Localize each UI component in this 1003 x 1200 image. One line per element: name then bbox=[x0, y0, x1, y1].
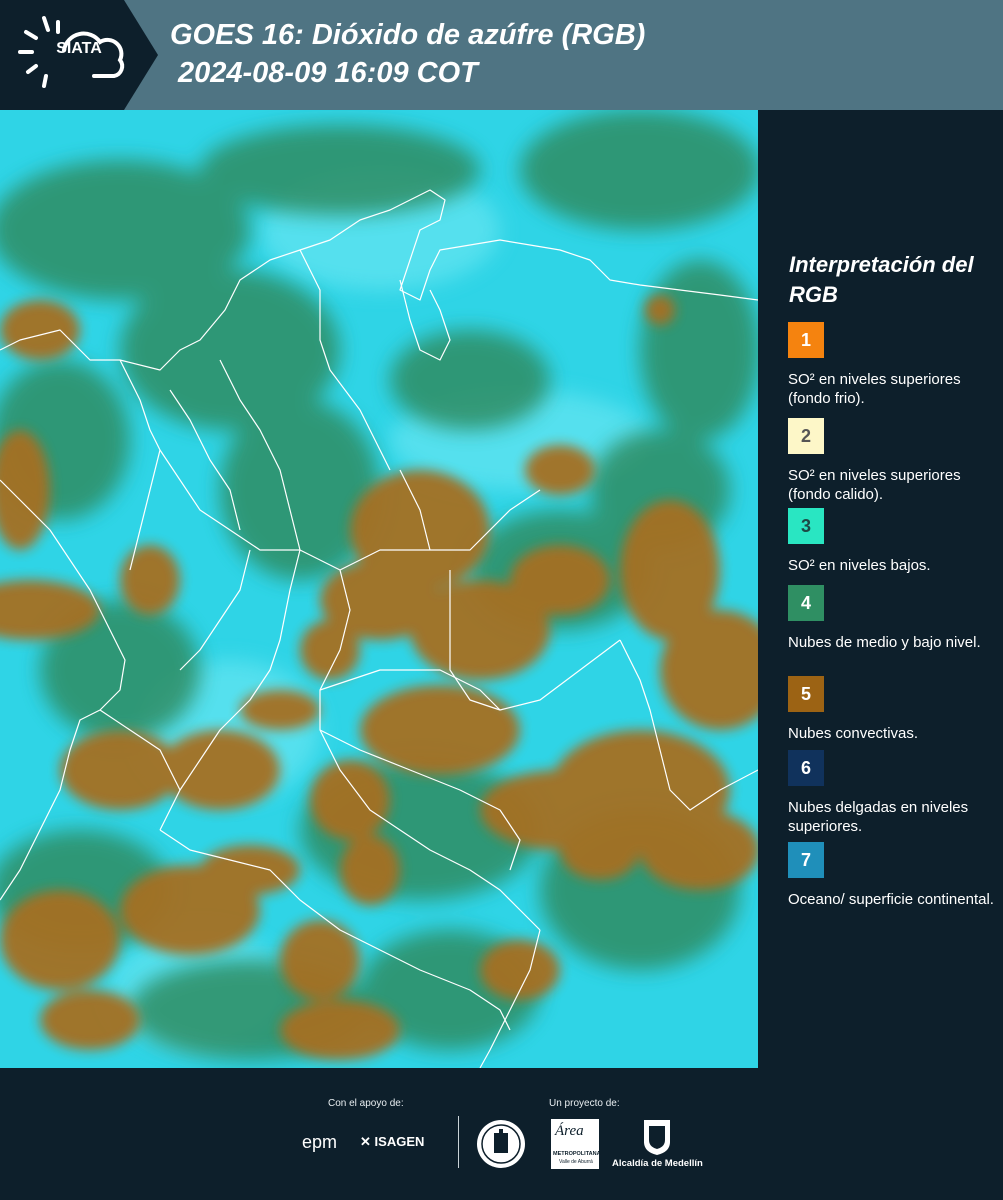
isagen-logo: ✕ ISAGEN bbox=[360, 1134, 424, 1150]
legend-swatch: 3 bbox=[788, 508, 824, 544]
title-product: GOES 16: Dióxido de azúfre (RGB) bbox=[170, 19, 646, 51]
siata-logo-text: SIATA bbox=[56, 40, 102, 57]
legend-item-4: 4 Nubes de medio y bajo nivel. bbox=[788, 585, 998, 652]
isagen-text: ISAGEN bbox=[374, 1134, 425, 1149]
footer: Con el apoyo de: Un proyecto de: epm ✕ I… bbox=[0, 1068, 1003, 1200]
medellin-seal-icon bbox=[477, 1120, 525, 1168]
legend-item-5: 5 Nubes convectivas. bbox=[788, 676, 998, 743]
legend-item-7: 7 Oceano/ superficie continental. bbox=[788, 842, 998, 909]
legend-item-2: 2 SO² en niveles superiores (fondo calid… bbox=[788, 418, 998, 504]
legend-label: Nubes delgadas en niveles superiores. bbox=[788, 799, 969, 835]
legend-panel: Interpretación del RGB 1 SO² en niveles … bbox=[758, 110, 1003, 1068]
alcaldia-label: Alcaldía de Medellín bbox=[612, 1158, 703, 1169]
project-caption: Un proyecto de: bbox=[549, 1098, 620, 1109]
area-logo-text: Área bbox=[555, 1123, 584, 1139]
legend-title: Interpretación del RGB bbox=[789, 252, 974, 307]
legend-label: SO² en niveles bajos. bbox=[788, 557, 931, 574]
legend-swatch: 7 bbox=[788, 842, 824, 878]
legend-label: Oceano/ superficie continental. bbox=[788, 891, 994, 908]
legend-item-1: 1 SO² en niveles superiores (fondo frio)… bbox=[788, 322, 998, 408]
support-caption: Con el apoyo de: bbox=[328, 1098, 404, 1109]
legend-swatch: 1 bbox=[788, 322, 824, 358]
legend-swatch: 2 bbox=[788, 418, 824, 454]
legend-item-6: 6 Nubes delgadas en niveles superiores. bbox=[788, 750, 998, 836]
page-title: GOES 16: Dióxido de azúfre (RGB) 2024-08… bbox=[170, 16, 645, 92]
legend-swatch: 6 bbox=[788, 750, 824, 786]
legend-swatch: 4 bbox=[788, 585, 824, 621]
footer-divider bbox=[458, 1116, 459, 1168]
epm-logo: epm bbox=[302, 1132, 338, 1152]
legend-label: SO² en niveles superiores (fondo frio). bbox=[788, 371, 961, 407]
legend-label: Nubes de medio y bajo nivel. bbox=[788, 634, 981, 651]
area-logo-sub2: Valle de Aburrá bbox=[559, 1159, 593, 1165]
legend-label: SO² en niveles superiores (fondo calido)… bbox=[788, 467, 961, 503]
title-timestamp: 2024-08-09 16:09 COT bbox=[178, 57, 478, 89]
area-metropolitana-logo: Área METROPOLITANA Valle de Aburrá bbox=[551, 1119, 601, 1169]
isagen-mark-icon: ✕ bbox=[360, 1134, 371, 1149]
header-bar: SIATA GOES 16: Dióxido de azúfre (RGB) 2… bbox=[0, 0, 1003, 110]
area-logo-sub: METROPOLITANA bbox=[553, 1151, 601, 1157]
legend-item-3: 3 SO² en niveles bajos. bbox=[788, 508, 998, 575]
alcaldia-shield-icon bbox=[644, 1120, 670, 1155]
satellite-image bbox=[0, 110, 758, 1068]
legend-swatch: 5 bbox=[788, 676, 824, 712]
siata-logo: SIATA bbox=[0, 0, 158, 110]
legend-label: Nubes convectivas. bbox=[788, 725, 919, 742]
satellite-map[interactable] bbox=[0, 110, 758, 1068]
